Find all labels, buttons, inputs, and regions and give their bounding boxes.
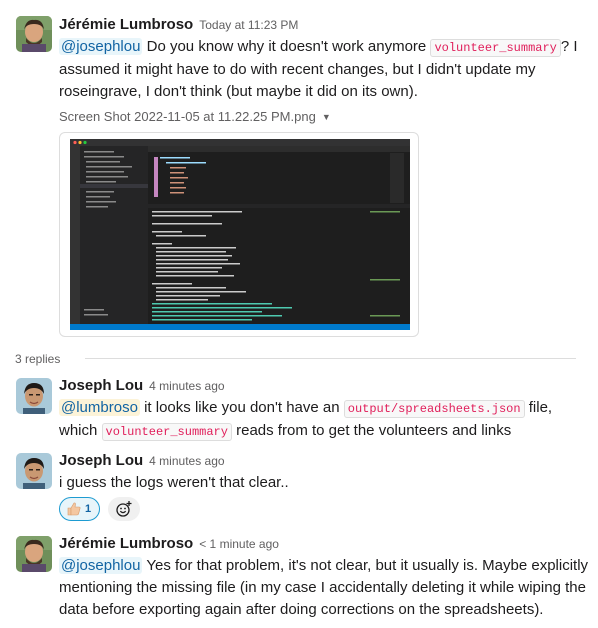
message-text: i guess the logs weren't that clear.. (59, 474, 289, 491)
message-text: @josephlou Yes for that problem, it's no… (59, 557, 589, 618)
attachment-thumbnail[interactable] (70, 139, 410, 330)
image-attachment[interactable] (59, 132, 419, 337)
file-name-label[interactable]: Screen Shot 2022-11-05 at 11.22.25 PM.pn… (59, 107, 590, 127)
author-name[interactable]: Jérémie Lumbroso (59, 16, 193, 33)
chevron-down-icon[interactable]: ▼ (322, 112, 331, 122)
inline-code: output/spreadsheets.json (343, 400, 525, 418)
author-name[interactable]: Jérémie Lumbroso (59, 535, 193, 552)
timestamp[interactable]: Today at 11:23 PM (199, 18, 298, 32)
reply-message: Joseph Lou 4 minutes ago @lumbroso it loo… (0, 375, 598, 445)
message-text: @lumbroso it looks like you don't have a… (59, 399, 553, 441)
timestamp[interactable]: < 1 minute ago (199, 537, 279, 551)
reactions-bar: 1 (59, 497, 141, 521)
reaction-thumbs-up[interactable]: 1 (59, 497, 101, 521)
mention-josephlou[interactable]: @josephlou (59, 557, 143, 574)
timestamp[interactable]: 4 minutes ago (149, 454, 224, 468)
avatar-jeremie[interactable] (16, 16, 52, 52)
inline-code: volunteer_summary (430, 39, 561, 57)
reply-message: Jérémie Lumbroso < 1 minute ago @josephlo… (0, 533, 598, 625)
add-reaction-button[interactable] (108, 497, 141, 521)
author-name[interactable]: Joseph Lou (59, 377, 143, 394)
mention-josephlou[interactable]: @josephlou (59, 38, 143, 55)
add-emoji-icon (116, 501, 132, 517)
avatar-joseph[interactable] (16, 453, 52, 489)
author-name[interactable]: Joseph Lou (59, 452, 143, 469)
divider-line (85, 358, 576, 359)
avatar-joseph[interactable] (16, 378, 52, 414)
thumbs-up-icon (66, 501, 82, 517)
timestamp[interactable]: 4 minutes ago (149, 379, 224, 393)
replies-divider: 3 replies (15, 350, 576, 370)
mention-lumbroso[interactable]: @lumbroso (59, 399, 140, 416)
replies-count[interactable]: 3 replies (15, 350, 67, 368)
avatar-jeremie[interactable] (16, 536, 52, 572)
reaction-count: 1 (85, 503, 92, 515)
message-text: @josephlou Do you know why it doesn't wo… (59, 38, 578, 100)
inline-code: volunteer_summary (101, 423, 232, 441)
